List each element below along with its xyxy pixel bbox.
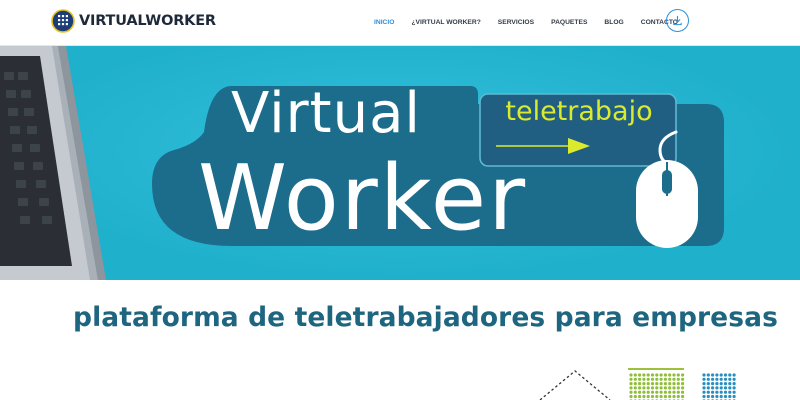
virtualworker-logo-icon: [51, 9, 75, 33]
download-button[interactable]: [666, 9, 689, 32]
nav-item-virtual-worker[interactable]: ¿VIRTUAL WORKER?: [411, 19, 480, 26]
dashed-triangle-icon: [539, 370, 611, 400]
nav-item-inicio[interactable]: INICIO: [374, 19, 394, 26]
nav-item-blog[interactable]: BLOG: [604, 19, 623, 26]
hero-title-virtual: Virtual: [231, 81, 421, 146]
green-dot-grid-icon: [629, 373, 685, 400]
download-icon: [673, 15, 682, 26]
main-nav: INICIO ¿VIRTUAL WORKER? SERVICIOS PAQUET…: [374, 0, 695, 44]
blue-dot-grid-icon: [702, 373, 736, 400]
top-navbar: VIRTUALWORKER INICIO ¿VIRTUAL WORKER? SE…: [0, 0, 800, 46]
brand-logo-link[interactable]: VIRTUALWORKER: [51, 8, 216, 34]
green-bar-icon: [628, 368, 684, 370]
nav-item-servicios[interactable]: SERVICIOS: [498, 19, 534, 26]
hero-title-worker: Worker: [198, 146, 528, 251]
nav-item-paquetes[interactable]: PAQUETES: [551, 19, 587, 26]
hero-banner: Virtual Worker teletrabajo: [0, 46, 800, 280]
bottom-decor: [539, 368, 736, 400]
brand-name: VIRTUALWORKER: [79, 13, 216, 29]
teletrabajo-label: teletrabajo: [505, 96, 653, 127]
tagline-heading: plataforma de teletrabajadores para empr…: [73, 302, 778, 333]
